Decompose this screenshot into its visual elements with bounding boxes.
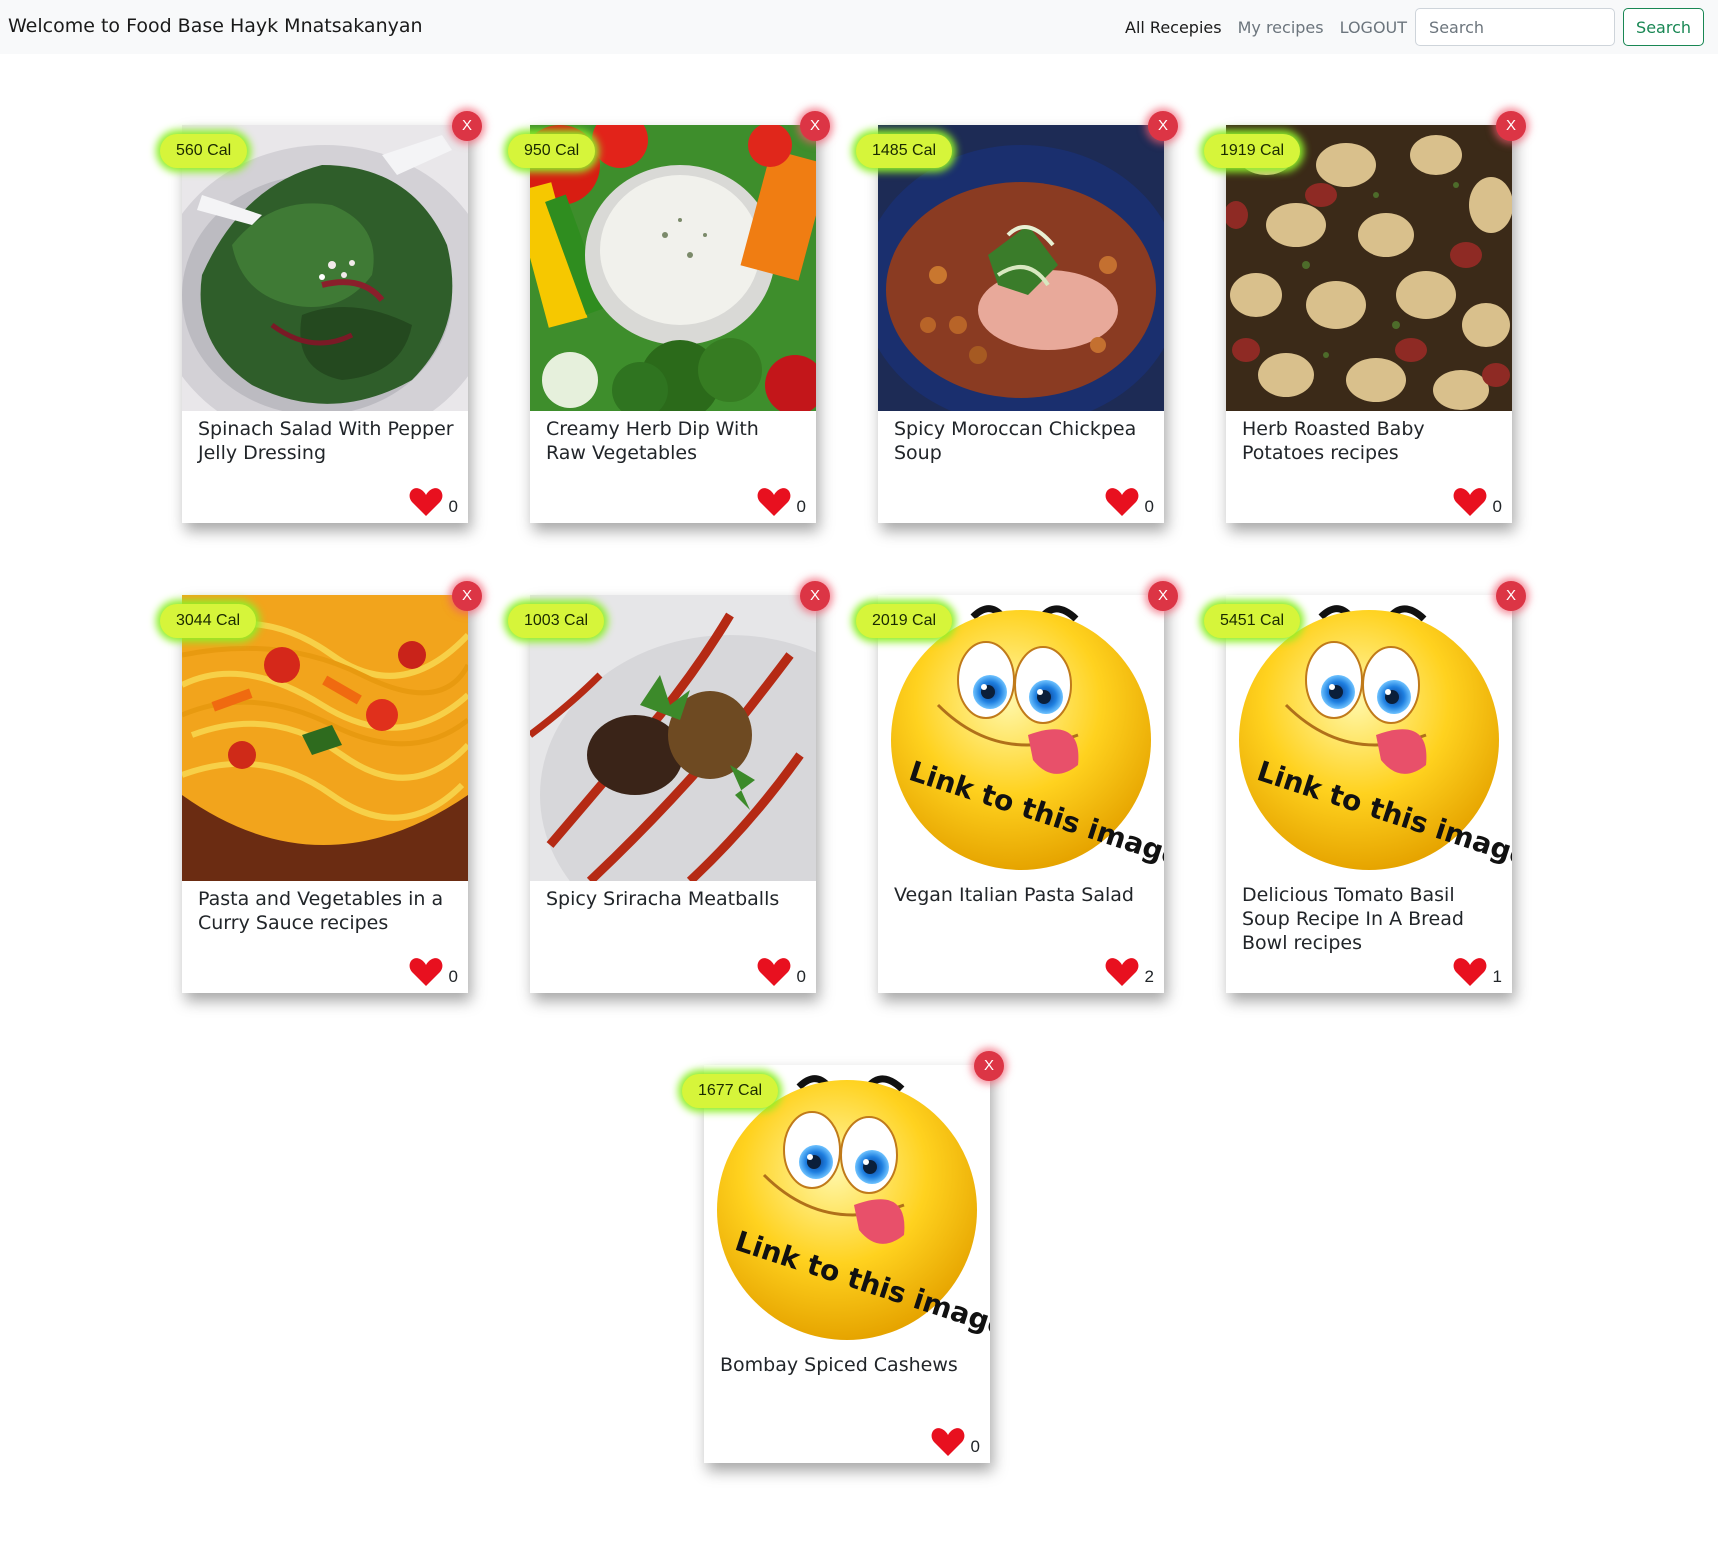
heart-icon[interactable] xyxy=(1105,487,1139,517)
recipe-card[interactable]: Link to this image has EXPIRED! Vegan It… xyxy=(856,581,1178,993)
recipe-title[interactable]: Spicy Sriracha Meatballs xyxy=(546,887,804,911)
delete-recipe-button[interactable]: X xyxy=(1496,111,1526,141)
like-count: 2 xyxy=(1144,967,1154,986)
calorie-badge: 1677 Cal xyxy=(682,1074,779,1108)
search-button[interactable]: Search xyxy=(1623,8,1704,46)
recipe-title[interactable]: Spicy Moroccan Chickpea Soup xyxy=(894,417,1152,465)
delete-recipe-button[interactable]: X xyxy=(1148,581,1178,611)
like-control: 0 xyxy=(409,957,458,987)
calorie-badge: 3044 Cal xyxy=(160,604,257,638)
recipe-title[interactable]: Spinach Salad With Pepper Jelly Dressing xyxy=(198,417,456,465)
delete-recipe-button[interactable]: X xyxy=(1148,111,1178,141)
recipe-card[interactable]: Link to this image has EXPIRED! Bombay S… xyxy=(682,1051,1004,1463)
navbar-brand[interactable]: Welcome to Food Base Hayk Mnatsakanyan xyxy=(8,15,423,37)
like-control: 2 xyxy=(1105,957,1154,987)
calorie-badge: 1003 Cal xyxy=(508,604,605,638)
heart-icon[interactable] xyxy=(409,487,443,517)
delete-recipe-button[interactable]: X xyxy=(800,581,830,611)
like-count: 0 xyxy=(970,1437,980,1456)
like-count: 0 xyxy=(448,497,458,516)
heart-icon[interactable] xyxy=(757,487,791,517)
like-count: 0 xyxy=(796,497,806,516)
nav-link-my-recipes[interactable]: My recipes xyxy=(1238,18,1324,37)
heart-icon[interactable] xyxy=(1105,957,1139,987)
delete-recipe-button[interactable]: X xyxy=(1496,581,1526,611)
like-control: 0 xyxy=(931,1427,980,1457)
like-count: 1 xyxy=(1492,967,1502,986)
like-control: 0 xyxy=(757,957,806,987)
recipe-card[interactable]: Spicy Moroccan Chickpea Soup 0 1485 Cal … xyxy=(856,111,1178,523)
calorie-badge: 1919 Cal xyxy=(1204,134,1301,168)
like-control: 0 xyxy=(409,487,458,517)
calorie-badge: 2019 Cal xyxy=(856,604,953,638)
nav-link-logout[interactable]: LOGOUT xyxy=(1340,18,1407,37)
like-count: 0 xyxy=(448,967,458,986)
nav-link-all-recipes[interactable]: All Recepies xyxy=(1125,18,1222,37)
calorie-badge: 950 Cal xyxy=(508,134,596,168)
like-control: 0 xyxy=(757,487,806,517)
recipe-title[interactable]: Pasta and Vegetables in a Curry Sauce re… xyxy=(198,887,456,935)
like-control: 1 xyxy=(1453,957,1502,987)
delete-recipe-button[interactable]: X xyxy=(974,1051,1004,1081)
heart-icon[interactable] xyxy=(931,1427,965,1457)
like-control: 0 xyxy=(1105,487,1154,517)
like-count: 0 xyxy=(1492,497,1502,516)
calorie-badge: 560 Cal xyxy=(160,134,248,168)
recipe-title[interactable]: Bombay Spiced Cashews xyxy=(720,1353,978,1377)
calorie-badge: 5451 Cal xyxy=(1204,604,1301,638)
recipe-card[interactable]: Herb Roasted Baby Potatoes recipes 0 191… xyxy=(1204,111,1526,523)
recipe-card[interactable]: Spicy Sriracha Meatballs 0 1003 Cal X xyxy=(508,581,830,993)
search-input[interactable] xyxy=(1415,8,1616,46)
calorie-badge: 1485 Cal xyxy=(856,134,953,168)
recipe-card[interactable]: Spinach Salad With Pepper Jelly Dressing… xyxy=(160,111,482,523)
recipe-card[interactable]: Link to this image has EXPIRED! Deliciou… xyxy=(1204,581,1526,993)
heart-icon[interactable] xyxy=(1453,957,1487,987)
recipe-card[interactable]: Creamy Herb Dip With Raw Vegetables 0 95… xyxy=(508,111,830,523)
heart-icon[interactable] xyxy=(1453,487,1487,517)
heart-icon[interactable] xyxy=(409,957,443,987)
delete-recipe-button[interactable]: X xyxy=(452,111,482,141)
delete-recipe-button[interactable]: X xyxy=(452,581,482,611)
like-count: 0 xyxy=(1144,497,1154,516)
top-navbar: Welcome to Food Base Hayk Mnatsakanyan A… xyxy=(0,0,1718,54)
nav-links: All Recepies My recipes LOGOUT Search xyxy=(1125,8,1704,46)
recipe-title[interactable]: Vegan Italian Pasta Salad xyxy=(894,883,1152,907)
like-count: 0 xyxy=(796,967,806,986)
recipe-card[interactable]: Pasta and Vegetables in a Curry Sauce re… xyxy=(160,581,482,993)
delete-recipe-button[interactable]: X xyxy=(800,111,830,141)
like-control: 0 xyxy=(1453,487,1502,517)
recipe-title[interactable]: Herb Roasted Baby Potatoes recipes xyxy=(1242,417,1500,465)
recipe-title[interactable]: Delicious Tomato Basil Soup Recipe In A … xyxy=(1242,883,1500,955)
heart-icon[interactable] xyxy=(757,957,791,987)
recipe-title[interactable]: Creamy Herb Dip With Raw Vegetables xyxy=(546,417,804,465)
